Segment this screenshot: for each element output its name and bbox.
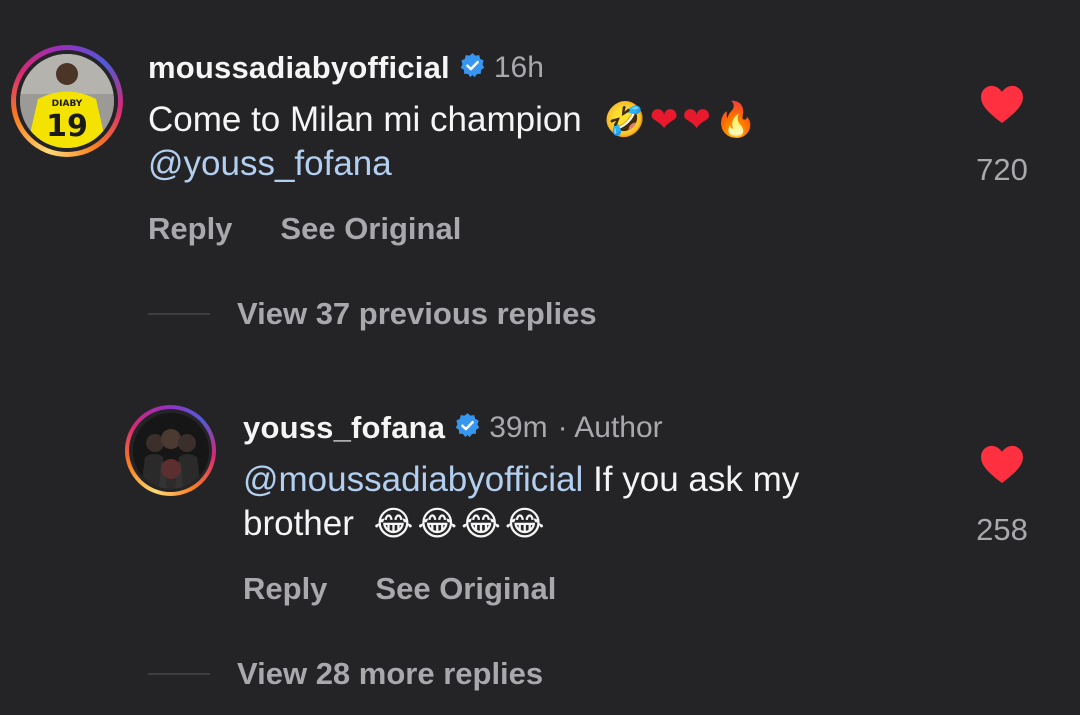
- reply-timestamp: 39m: [489, 411, 548, 444]
- comment-text: Come to Milan mi champion: [148, 100, 582, 139]
- avatar[interactable]: [125, 405, 216, 496]
- thread-divider: [148, 673, 210, 675]
- reply-text-line2: brother: [243, 504, 354, 543]
- face-with-tears-of-joy-icon: 😂: [504, 504, 545, 544]
- view-more-replies-button[interactable]: View 28 more replies: [148, 656, 543, 692]
- face-with-tears-of-joy-icon: 😂: [461, 504, 501, 544]
- author-tag: · Author: [557, 411, 663, 444]
- reply-username[interactable]: youss_fofana: [243, 410, 445, 446]
- svg-text:19: 19: [46, 109, 88, 144]
- heart-filled-icon[interactable]: [962, 444, 1042, 484]
- heart-filled-icon[interactable]: [962, 84, 1042, 124]
- fire-icon: 🔥: [714, 100, 758, 140]
- comment-text-block: Come to Milan mi champion 🤣 ❤ ❤ 🔥 @youss_fo…: [148, 98, 908, 186]
- face-with-tears-of-joy-icon: 😂: [373, 504, 414, 544]
- see-original-button[interactable]: See Original: [375, 571, 556, 607]
- like-button[interactable]: 258: [962, 444, 1042, 548]
- like-count: 720: [976, 152, 1028, 187]
- comment-timestamp: 16h: [493, 51, 544, 84]
- view-previous-replies-label[interactable]: View 37 previous replies: [237, 296, 597, 332]
- comment-username[interactable]: moussadiabyofficial: [148, 50, 450, 86]
- red-heart-icon: ❤: [682, 100, 711, 140]
- avatar[interactable]: DIABY 19: [11, 45, 123, 157]
- reply-text-block: @moussadiabyofficial If you ask my broth…: [243, 458, 923, 546]
- like-button[interactable]: 720: [962, 84, 1042, 188]
- rolling-on-floor-laughing-icon: 🤣: [603, 100, 646, 140]
- verified-badge-icon: [459, 52, 486, 84]
- face-with-tears-of-joy-icon: 😂: [417, 504, 458, 544]
- svg-text:DIABY: DIABY: [52, 99, 83, 109]
- mention-link[interactable]: @youss_fofana: [148, 144, 392, 183]
- reply-button[interactable]: Reply: [243, 571, 327, 607]
- view-more-replies-label[interactable]: View 28 more replies: [237, 656, 543, 692]
- like-count: 258: [976, 512, 1028, 547]
- red-heart-icon: ❤: [649, 100, 679, 140]
- reply-button[interactable]: Reply: [148, 211, 232, 247]
- see-original-button[interactable]: See Original: [280, 211, 461, 247]
- thread-divider: [148, 313, 210, 315]
- view-previous-replies-button[interactable]: View 37 previous replies: [148, 296, 597, 332]
- verified-badge-icon: [454, 412, 481, 444]
- reply-text: If you ask my: [593, 460, 800, 499]
- mention-link[interactable]: @moussadiabyofficial: [243, 460, 583, 499]
